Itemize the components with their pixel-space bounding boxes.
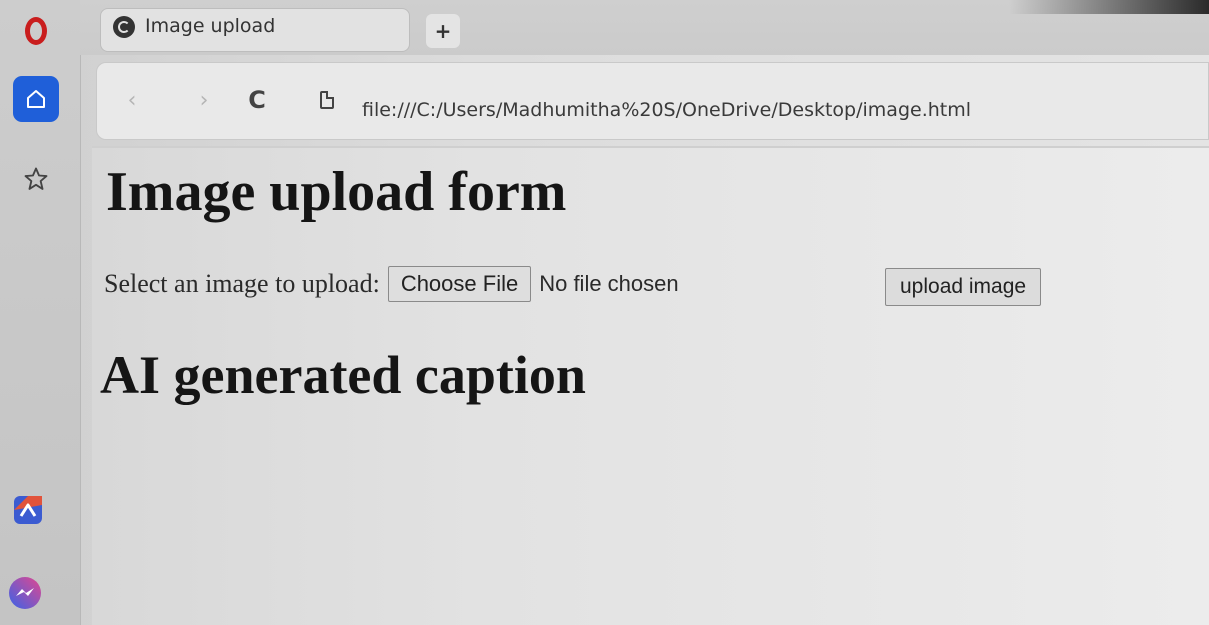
caption-heading: AI generated caption bbox=[100, 345, 586, 405]
extension-app-icon[interactable] bbox=[8, 490, 48, 530]
file-status-text: No file chosen bbox=[539, 271, 679, 296]
window-top-edge bbox=[1009, 0, 1209, 14]
browser-window: Image upload + ‹ › C file:///C:/Users/Ma… bbox=[0, 0, 1209, 625]
bookmarks-star-icon[interactable] bbox=[15, 158, 57, 200]
tab-image-upload[interactable]: Image upload bbox=[100, 8, 410, 52]
reload-button[interactable]: C bbox=[242, 85, 272, 115]
tab-title: Image upload bbox=[145, 15, 276, 37]
messenger-icon[interactable] bbox=[4, 572, 46, 614]
opera-logo-icon[interactable] bbox=[15, 10, 57, 52]
upload-image-button[interactable]: upload image bbox=[885, 268, 1042, 306]
page-content: Image upload form Select an image to upl… bbox=[92, 146, 1209, 625]
globe-icon bbox=[113, 16, 135, 38]
file-input-label: Select an image to upload: bbox=[104, 269, 380, 298]
page-title: Image upload form bbox=[106, 161, 567, 223]
upload-form: Select an image to upload: Choose File N… bbox=[104, 266, 679, 302]
page-info-icon[interactable] bbox=[312, 85, 342, 115]
address-bar-url[interactable]: file:///C:/Users/Madhumitha%20S/OneDrive… bbox=[362, 99, 971, 121]
home-icon[interactable] bbox=[13, 76, 59, 122]
navigation-bar: ‹ › C file:///C:/Users/Madhumitha%20S/On… bbox=[96, 62, 1209, 140]
forward-button[interactable]: › bbox=[189, 85, 219, 115]
tab-strip: Image upload + bbox=[80, 0, 1209, 55]
new-tab-button[interactable]: + bbox=[426, 14, 460, 48]
choose-file-button[interactable]: Choose File bbox=[387, 266, 532, 302]
sidebar bbox=[0, 0, 81, 625]
back-button[interactable]: ‹ bbox=[117, 85, 147, 115]
